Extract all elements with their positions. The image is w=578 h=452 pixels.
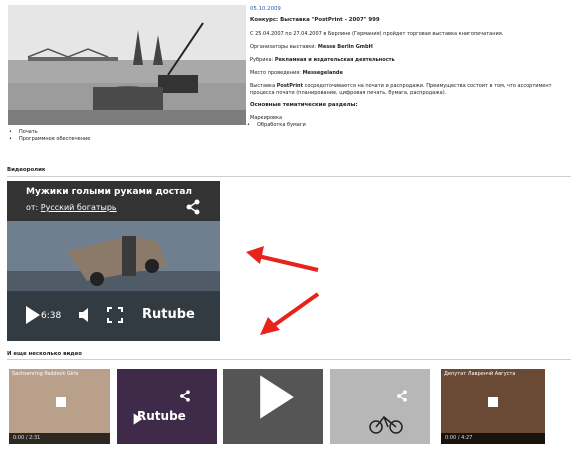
video-time: 6:38 — [41, 311, 62, 321]
thumb-title: Sachsenring Paddock Girls — [12, 371, 79, 377]
article-date: 05.10.2009 — [250, 6, 281, 12]
organizer-label: Организаторы выставки: — [250, 44, 317, 50]
venue-value: Messegelande — [302, 70, 343, 76]
organizer-value: Messe Berlin GmbH — [317, 44, 373, 50]
venue-row: Место проведения: Messegelande — [250, 70, 343, 77]
thumb-time: 0:00 / 4:27 — [441, 433, 545, 444]
play-icon[interactable] — [56, 397, 66, 407]
video-channel-row: от: Русский богатырь — [26, 203, 117, 212]
play-icon[interactable] — [133, 411, 143, 430]
video-section-heading: Видеоролик — [7, 167, 46, 173]
video-title[interactable]: Мужики голыми руками достал — [26, 187, 192, 197]
thumb-time: 0:00 / 2:31 — [9, 433, 110, 444]
section-item-2: Обработка бумаги — [244, 122, 306, 129]
annotation-arrows — [246, 246, 320, 335]
article-description: Выставка PostPrint сосредоточивается на … — [250, 83, 568, 96]
article-intro: С 25.04.2007 по 27.04.2007 в Берлине (Ге… — [250, 31, 504, 37]
play-icon[interactable] — [253, 373, 301, 425]
bullet-item: Программное обеспечение — [6, 136, 90, 143]
share-icon[interactable] — [179, 387, 191, 406]
rutube-logo: Rutube — [137, 409, 186, 423]
sections-list: Обработка бумаги — [244, 122, 306, 129]
category-label: Рубрика: — [250, 57, 274, 63]
category-value: Рекламная и издательская деятельность — [274, 57, 395, 63]
volume-icon[interactable] — [77, 307, 93, 327]
section-divider — [7, 176, 571, 177]
left-bullet-list: Почать Программное обеспечение — [6, 129, 90, 142]
channel-link[interactable]: Русский богатырь — [41, 203, 117, 212]
section-item-1: Маркировка — [250, 115, 283, 121]
video-thumb[interactable]: Sachsenring Paddock Girls 0:00 / 2:31 — [9, 369, 110, 444]
fullscreen-icon[interactable] — [107, 307, 123, 327]
desc-prefix: Выставка — [250, 83, 276, 89]
article-title: Конкурс: Выставка "PostPrint - 2007" 999 — [250, 17, 380, 23]
share-icon[interactable] — [185, 199, 201, 219]
section-divider — [7, 359, 571, 360]
rutube-logo[interactable]: Rutube — [142, 307, 195, 322]
article-photo — [8, 5, 246, 125]
share-icon[interactable] — [396, 387, 408, 406]
video-thumb[interactable]: Rutube — [117, 369, 217, 444]
category-row: Рубрика: Рекламная и издательская деятел… — [250, 57, 395, 64]
main-video-player[interactable]: Мужики голыми руками достал от: Русский … — [7, 181, 220, 341]
video-thumb[interactable]: Депутат Лавренчй Августа 0:00 / 4:27 — [441, 369, 545, 444]
sections-heading: Основные тематические разделы: — [250, 102, 358, 108]
venue-label: Место проведения: — [250, 70, 301, 76]
thumb-title: Депутат Лавренчй Августа — [444, 371, 516, 377]
play-icon[interactable] — [488, 397, 498, 407]
play-icon[interactable] — [25, 305, 41, 329]
desc-name: PostPrint — [276, 83, 303, 89]
more-videos-heading: И еще несколько видео — [7, 351, 82, 357]
video-thumb[interactable] — [223, 369, 323, 444]
bicycle-icon — [368, 411, 404, 439]
organizer-row: Организаторы выставки: Messe Berlin GmbH — [250, 44, 373, 51]
from-label: от: — [26, 203, 39, 212]
video-thumb[interactable] — [330, 369, 430, 444]
